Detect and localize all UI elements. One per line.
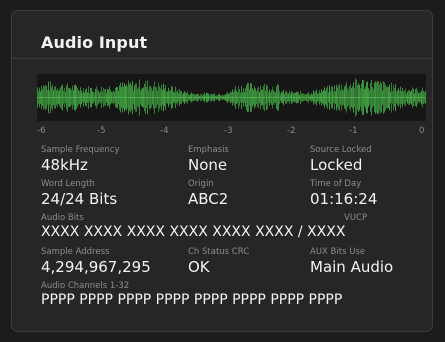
sample-frequency-label: Sample Frequency (41, 145, 120, 155)
word-length-value: 24/24 Bits (41, 190, 118, 208)
sample-frequency-value: 48kHz (41, 156, 88, 174)
emphasis-value: None (188, 156, 228, 174)
sample-address-value: 4,294,967,295 (41, 258, 151, 276)
audio-channels-label: Audio Channels 1-32 (41, 281, 130, 291)
vucp-label: VUCP (344, 213, 368, 223)
origin-value: ABC2 (188, 190, 229, 208)
waveform-graphic (37, 78, 426, 117)
ch-status-crc-value: OK (188, 258, 210, 276)
meter-tick-label: -5 (97, 126, 106, 136)
source-locked-value: Locked (310, 156, 363, 174)
source-locked-label: Source Locked (310, 145, 372, 155)
meter-tick-label: -6 (37, 126, 46, 136)
time-of-day-label: Time of Day (310, 179, 362, 189)
audio-waveform-meter (37, 74, 426, 121)
audio-channels-value: PPPP PPPP PPPP PPPP PPPP PPPP PPPP PPPP (41, 292, 343, 308)
time-of-day-value: 01:16:24 (310, 190, 378, 208)
ch-status-crc-label: Ch Status CRC (188, 247, 250, 257)
emphasis-label: Emphasis (188, 145, 229, 155)
meter-tick-label: -4 (160, 126, 169, 136)
meter-tick-label: -2 (287, 126, 296, 136)
panel-title: Audio Input (41, 33, 148, 52)
origin-label: Origin (188, 179, 214, 189)
audio-bits-label: Audio Bits (41, 213, 84, 223)
audio-input-panel: Audio Input -6 -5 -4 -3 -2 -1 0 Sample F… (11, 10, 433, 332)
aux-bits-use-value: Main Audio (310, 258, 394, 276)
meter-tick-label: 0 (419, 126, 425, 136)
meter-tick-label: -3 (224, 126, 233, 136)
panel-header: Audio Input (12, 11, 432, 59)
sample-address-label: Sample Address (41, 247, 110, 257)
meter-scale: -6 -5 -4 -3 -2 -1 0 (37, 126, 426, 138)
audio-bits-value: XXXX XXXX XXXX XXXX XXXX XXXX / XXXX (41, 224, 346, 240)
meter-tick-label: -1 (349, 126, 358, 136)
aux-bits-use-label: AUX Bits Use (310, 247, 366, 257)
word-length-label: Word Length (41, 179, 95, 189)
